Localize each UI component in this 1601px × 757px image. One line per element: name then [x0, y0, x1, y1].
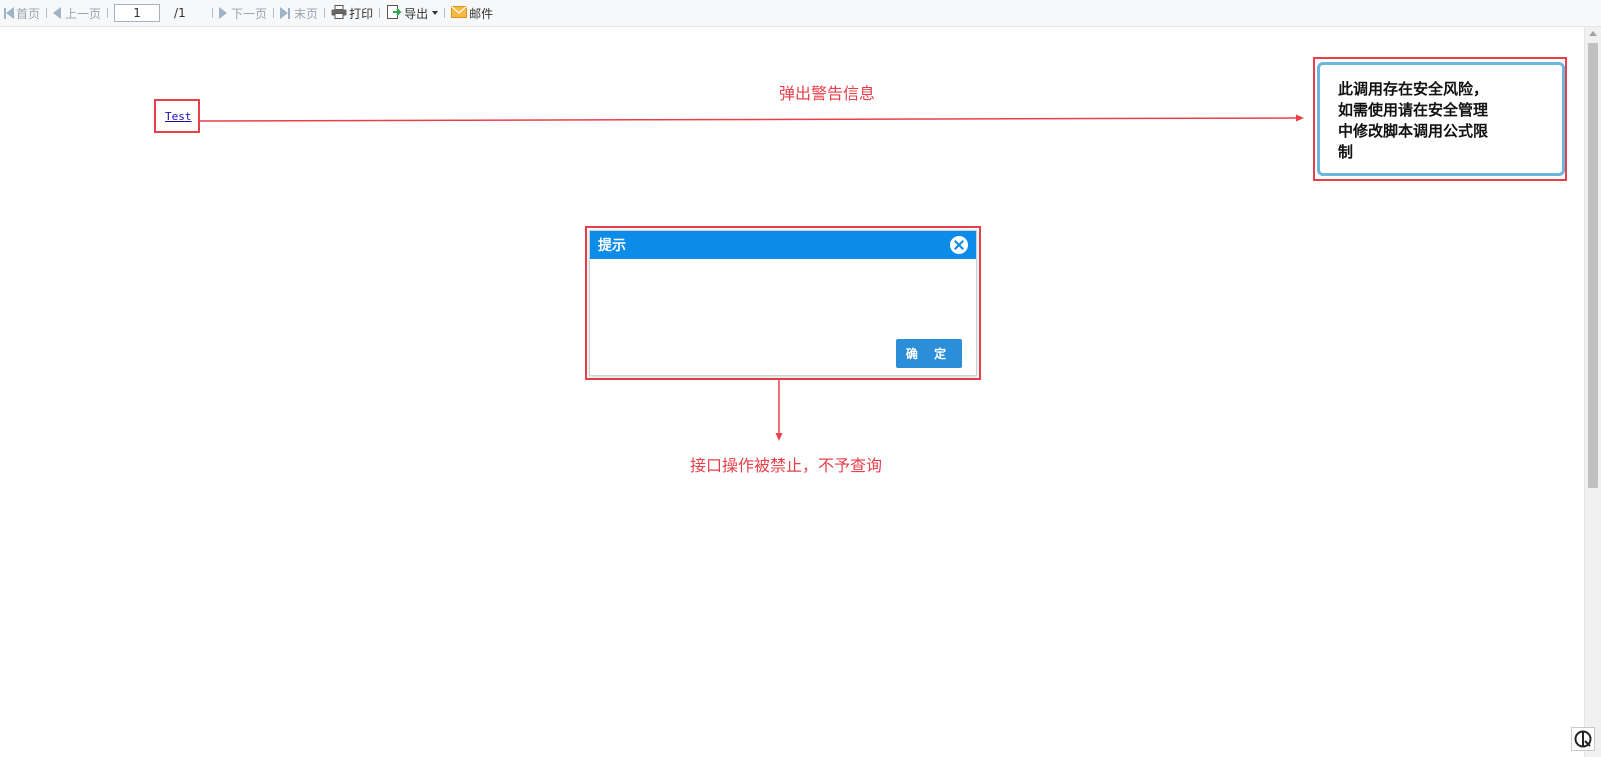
page-number-input[interactable] — [114, 4, 161, 22]
last-page-label: 末页 — [294, 6, 319, 21]
mail-icon — [451, 5, 468, 21]
mail-button[interactable]: 邮件 — [451, 0, 493, 27]
alert-dialog: 提示 确 定 — [589, 230, 977, 376]
ok-button[interactable]: 确 定 — [896, 339, 962, 368]
toolbar-divider — [379, 8, 381, 18]
export-button[interactable]: 导出 — [386, 0, 439, 27]
arrow-to-popup — [200, 114, 1304, 122]
dialog-title: 提示 — [598, 238, 626, 254]
prev-page-button[interactable]: 上一页 — [53, 0, 101, 27]
report-logo-icon[interactable] — [1571, 727, 1595, 751]
mail-label: 邮件 — [469, 6, 494, 21]
vertical-scrollbar[interactable] — [1584, 27, 1601, 757]
toolbar-divider — [324, 8, 326, 18]
scroll-up-arrow-icon[interactable] — [1589, 31, 1597, 36]
print-button[interactable]: 打印 — [331, 0, 373, 27]
next-page-button[interactable]: 下一页 — [219, 0, 267, 27]
last-page-icon — [280, 7, 291, 19]
prev-page-icon — [53, 7, 62, 19]
next-page-label: 下一页 — [231, 6, 268, 21]
export-icon — [386, 4, 402, 23]
first-page-button[interactable]: 首页 — [4, 0, 40, 27]
first-page-icon — [4, 7, 14, 19]
scroll-thumb[interactable] — [1588, 43, 1598, 488]
chevron-down-icon — [432, 11, 439, 15]
test-link[interactable]: Test — [165, 110, 192, 123]
first-page-label: 首页 — [16, 6, 41, 21]
export-label: 导出 — [404, 6, 429, 21]
forbidden-annotation: 接口操作被禁止，不予查询 — [690, 456, 883, 475]
toolbar-divider — [444, 8, 446, 18]
security-warning-popup: 此调用存在安全风险， 如需使用请在安全管理 中修改脚本调用公式限 制 — [1317, 62, 1565, 176]
prev-page-label: 上一页 — [65, 6, 102, 21]
last-page-button[interactable]: 末页 — [280, 0, 318, 27]
toolbar-divider — [212, 8, 214, 18]
next-page-icon — [219, 7, 228, 19]
popup-text-line: 如需使用请在安全管理 — [1338, 101, 1489, 119]
print-label: 打印 — [349, 6, 374, 21]
printer-icon — [331, 4, 347, 22]
popup-text-line: 制 — [1338, 143, 1354, 161]
dialog-header: 提示 — [590, 231, 976, 259]
popup-text-line: 中修改脚本调用公式限 — [1338, 122, 1489, 140]
arrow-to-message — [775, 380, 783, 441]
close-icon[interactable] — [950, 236, 968, 254]
warning-annotation: 弹出警告信息 — [779, 84, 876, 103]
popup-text-line: 此调用存在安全风险， — [1338, 80, 1489, 98]
toolbar-divider — [107, 8, 109, 18]
toolbar-divider — [46, 8, 48, 18]
report-toolbar: 首页 上一页 /1 下一页 末页 打印 — [0, 0, 1601, 27]
page-total: /1 — [174, 6, 186, 20]
toolbar-divider — [273, 8, 275, 18]
